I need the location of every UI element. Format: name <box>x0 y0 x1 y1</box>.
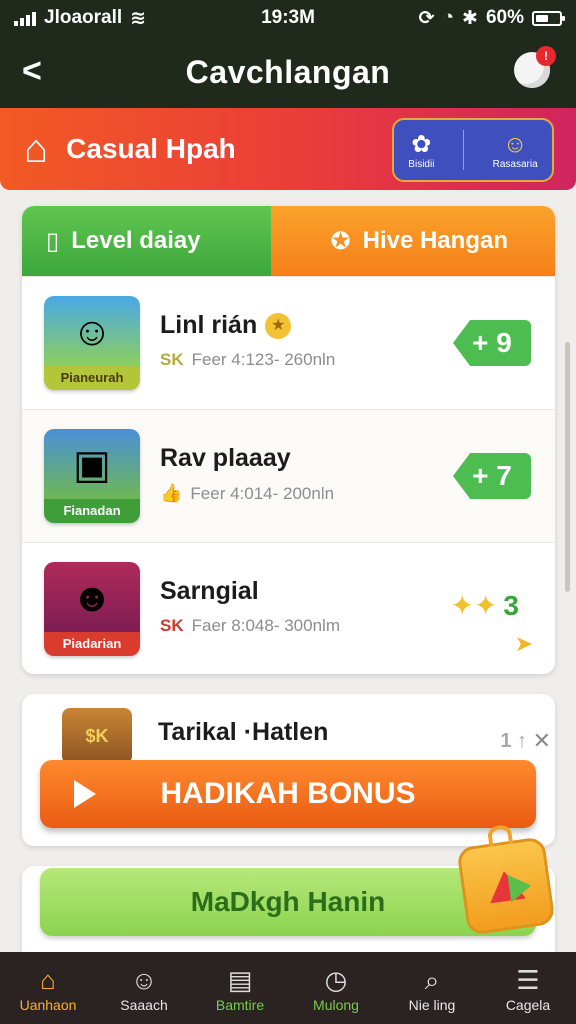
bonus-button[interactable]: HADIKAH BONUS <box>40 760 536 828</box>
game-title: Rav plaaay <box>160 444 291 472</box>
character-image: ☺ <box>44 296 140 368</box>
nav-label: Uanhaon <box>19 997 77 1013</box>
nav-label: Mulong <box>313 997 359 1013</box>
game-thumbnail: ▣ Fianadan <box>44 429 140 523</box>
game-row[interactable]: ▣ Fianadan Rav plaaay 👍 Feer 4:014- 200n… <box>22 409 555 542</box>
game-title: Sarngial <box>160 577 259 605</box>
bottom-navigation: ⌂ Uanhaon ☺ Saaach ▤ Bamtire ◷ Mulong ⌕ … <box>0 952 576 1024</box>
notification-badge: ! <box>536 46 556 66</box>
bonus-button-label: HADIKAH BONUS <box>160 777 416 810</box>
banner-title: Casual Hpah <box>66 133 236 164</box>
nav-item-search[interactable]: ⌕ Nie ling <box>384 963 480 1013</box>
flower-icon: ✿ <box>411 130 432 158</box>
treasure-box-image: ▣ <box>44 429 140 501</box>
house-icon: ⌂ <box>24 127 49 171</box>
sparkle-icon: ✦✦ <box>450 590 498 621</box>
tab-bar: ▯ Level daiay ✪ Hive Hangan <box>22 206 555 276</box>
green-button-label: MaDkgh Hanin <box>190 886 386 917</box>
nav-item-home[interactable]: ⌂ Uanhaon <box>0 963 96 1013</box>
game-rank: 1 ↑ <box>500 730 527 752</box>
reward-badge[interactable]: + 7 <box>453 453 531 499</box>
game-row[interactable]: ☻ Piadarian Sarngial SK Faer 8:048- 300n… <box>22 542 555 674</box>
game-prefix: SK <box>160 350 184 369</box>
rasasaria-chip[interactable]: ☺ Rasasaria <box>493 131 538 170</box>
battery-icon <box>532 10 565 26</box>
tab-hive-hangan[interactable]: ✪ Hive Hangan <box>270 206 555 276</box>
thumbnail-caption: Piadarian <box>44 632 140 656</box>
banner-chip-group: ✿ Bisidii ☺ Rasasaria <box>392 118 554 182</box>
thumbnail-caption: Pianeurah <box>44 366 140 390</box>
game-meta: Feer 4:014- 200nln <box>190 483 335 503</box>
nav-label: Saaach <box>120 997 168 1013</box>
top-navbar: < Cavchlangan ! <box>0 36 576 108</box>
chip-left-label: Bisidii <box>408 158 435 170</box>
page-title: Cavchlangan <box>185 53 391 90</box>
game-thumbnail: ☻ Piadarian <box>44 562 140 656</box>
game-prefix: SK <box>160 616 184 635</box>
back-arrow-icon[interactable]: < <box>22 52 42 91</box>
character-image: ☻ <box>44 562 140 634</box>
home-icon: ⌂ <box>40 965 56 995</box>
status-bar: Jloaorall ≋ 1⁠9:3M ⟳ ◔ ✱ 60% <box>0 0 576 36</box>
nav-label: Bamtire <box>215 997 265 1013</box>
game-list-card: ▯ Level daiay ✪ Hive Hangan ☺ Pianeurah … <box>22 206 555 674</box>
tab-level-daily[interactable]: ▯ Level daiay <box>22 206 271 276</box>
nav-label: Nie ling <box>408 997 456 1013</box>
clock: 1⁠9:3M <box>261 7 315 28</box>
game-title: Tarikal ·Hatlen <box>158 718 329 746</box>
carrier-name: Jloaorall <box>44 7 123 28</box>
reward-stars[interactable]: ✦✦ 3 <box>451 589 520 622</box>
rotation-lock-icon: ⟳ <box>418 7 435 29</box>
coin-icon: ★ <box>265 312 292 339</box>
bisidii-chip[interactable]: ✿ Bisidii <box>408 131 434 170</box>
bluetooth-icon: ✱ <box>462 7 478 29</box>
treasure-chest-icon: $K <box>62 708 132 764</box>
smiley-icon: ☺ <box>502 130 528 158</box>
game-meta: Feer 4:123- 260nln <box>191 350 336 369</box>
nav-item-tasks[interactable]: ▤ Bamtire <box>192 963 288 1013</box>
game-row[interactable]: ☺ Pianeurah Linl rián ★ SK Feer 4:123- 2… <box>22 276 555 409</box>
tab-label: Hive Hangan <box>362 227 508 254</box>
battery-percent: 60% <box>485 7 524 28</box>
green-triangle-shape <box>507 871 534 903</box>
reward-value: 3 <box>503 589 519 621</box>
chip-divider <box>463 130 465 170</box>
close-icon[interactable]: ✕ <box>533 728 551 754</box>
play-icon <box>74 780 96 808</box>
timer-icon: ◷ <box>324 965 348 995</box>
search-icon: ⌕ <box>424 965 440 995</box>
thumbs-up-icon: 👍 <box>160 483 183 503</box>
menu-icon: ☰ <box>516 965 540 995</box>
nav-item-menu[interactable]: ☰ Cagela <box>480 963 576 1013</box>
game-meta: Faer 8:048- 300nlm <box>191 616 340 635</box>
tab-label: Level daiay <box>71 227 201 254</box>
profile-avatar[interactable]: ! <box>514 46 556 88</box>
game-thumbnail: ☺ Pianeurah <box>44 296 140 390</box>
reward-badge[interactable]: + 9 <box>453 320 531 366</box>
category-banner: ⌂ Casual Hpah ✿ Bisidii ☺ Rasasaria <box>0 108 576 190</box>
signal-icon <box>14 10 36 26</box>
game-title: Linl rián <box>160 311 258 339</box>
nav-label: Cagela <box>505 997 551 1013</box>
puzzle-icon: ✪ <box>330 227 351 255</box>
wifi-icon: ≋ <box>130 7 147 29</box>
person-icon: ☺ <box>130 965 158 995</box>
thumbnail-caption: Fianadan <box>44 499 140 523</box>
arrow-badge-icon: ➤ <box>514 631 533 656</box>
nav-item-profile[interactable]: ☺ Saaach <box>96 963 192 1013</box>
battery-icon: ▯ <box>46 227 60 255</box>
clipboard-icon: ▤ <box>227 965 253 995</box>
scrollbar[interactable] <box>565 342 570 592</box>
nav-item-timer[interactable]: ◷ Mulong <box>288 963 384 1013</box>
chip-right-label: Rasasaria <box>492 158 538 170</box>
gift-box-icon[interactable] <box>456 823 556 936</box>
alarm-icon: ◔ <box>442 7 455 28</box>
